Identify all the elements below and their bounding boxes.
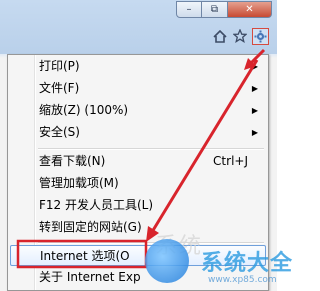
watermark-brand: 系统大全 bbox=[201, 251, 294, 276]
watermark-logo-icon bbox=[145, 239, 189, 283]
watermark: 系统大全 www.xp85.com bbox=[135, 229, 292, 291]
watermark-url: www.xp85.com bbox=[208, 275, 277, 285]
annotation-box bbox=[16, 239, 148, 269]
annotation-arrow-icon bbox=[150, 59, 259, 233]
